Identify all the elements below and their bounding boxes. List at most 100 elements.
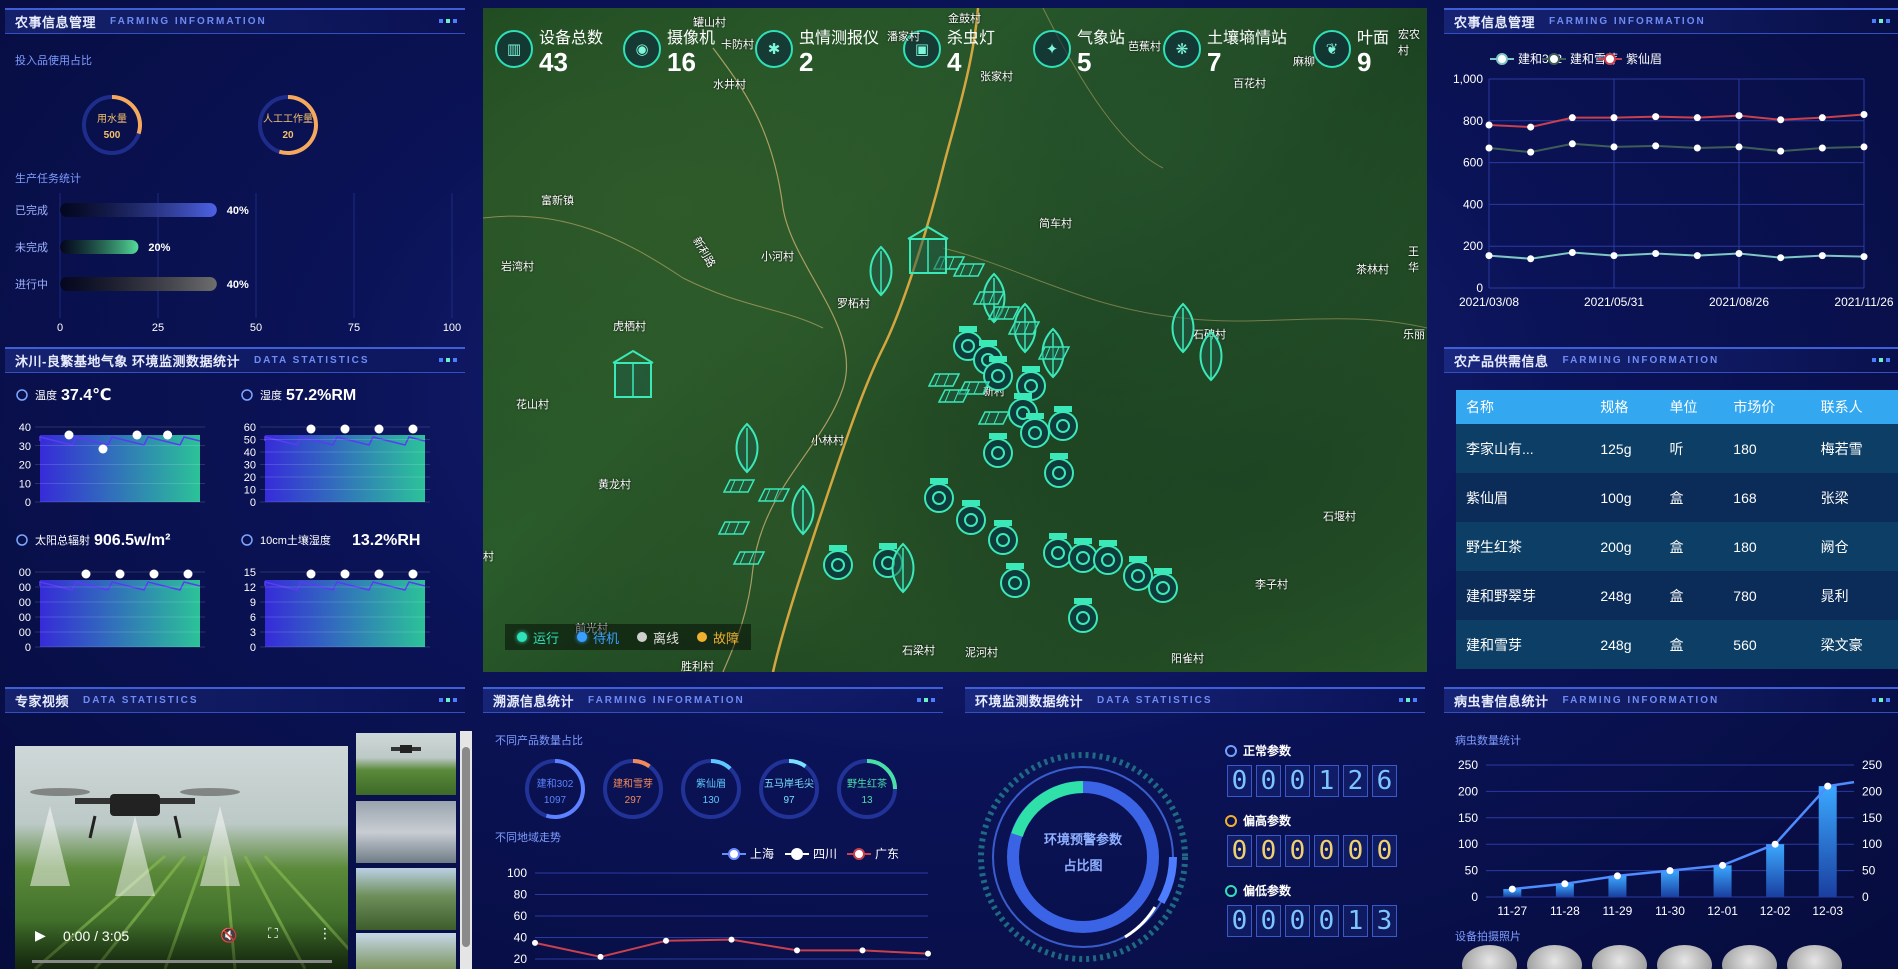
param-digits: 000000 <box>1227 835 1397 867</box>
fullscreen-icon[interactable]: ⛶ <box>268 925 278 942</box>
x-tick: 12-02 <box>1760 904 1791 918</box>
humidity-icon <box>241 389 253 401</box>
cell: 建和雪芽 <box>1456 620 1591 669</box>
axis-tick: 3 <box>250 627 256 639</box>
x-tick: 12-01 <box>1707 904 1738 918</box>
task-bar <box>60 240 139 254</box>
video-thumbnail[interactable] <box>356 933 456 969</box>
axis-tick: 0 <box>25 642 31 654</box>
axis-tick: 75 <box>348 322 360 334</box>
task-bar-chart: 0 25 50 75 100 已完成 40% 未完成 20% 进行中 40% <box>15 193 461 334</box>
solar-panel-marker <box>927 373 961 387</box>
cell: 125g <box>1590 424 1660 473</box>
legend-item[interactable]: 待机 <box>577 628 619 647</box>
cell: 248g <box>1590 620 1660 669</box>
series-point <box>1568 140 1576 148</box>
weather-panel: 沐川-良繁基地气象 环境监测数据统计 DATA STATISTICS 温度 37.… <box>5 347 465 665</box>
panel-title: 专家视频 <box>15 694 70 709</box>
camera-marker <box>1093 540 1123 575</box>
solar-panel-marker <box>952 263 986 277</box>
metric-value: 57.2%RM <box>286 387 356 404</box>
more-icon[interactable]: ⋮ <box>318 925 332 942</box>
header-dots <box>1872 358 1890 362</box>
x-tick: 11-28 <box>1550 904 1580 918</box>
sun-icon <box>16 534 28 546</box>
photo-strip[interactable] <box>1462 945 1892 969</box>
camera-marker <box>823 545 853 580</box>
video-thumbnail[interactable] <box>356 868 456 930</box>
pest-bar <box>1661 870 1679 897</box>
pest-line <box>1512 780 1855 891</box>
map-legend: 运行 待机 离线 故障 <box>505 624 752 650</box>
pest-bar <box>1818 786 1837 897</box>
device-photo[interactable] <box>1462 945 1517 969</box>
table-row[interactable]: 李家山有... 125g 听 180 梅若雪 <box>1456 424 1898 473</box>
weather-station-marker <box>612 349 654 398</box>
device-photo[interactable] <box>1527 945 1582 969</box>
axis-tick: 0 <box>57 322 63 334</box>
col-header: 联系人 <box>1810 390 1898 424</box>
supply-table: 名称 规格 单位 市场价 联系人 李家山有... 125g 听 180 梅若雪 紫仙眉 1… <box>1456 390 1898 669</box>
header-dots <box>439 19 457 23</box>
table-row[interactable]: 紫仙眉 100g 盒 168 张梁 <box>1456 473 1898 522</box>
device-photo[interactable] <box>1787 945 1842 969</box>
product-ring-arc <box>632 759 651 769</box>
device-photo[interactable] <box>1592 945 1647 969</box>
pest-panel: 病虫害信息统计 FARMING INFORMATION 病虫数量统计 0 0 50 5… <box>1444 687 1898 969</box>
product-name: 五马岸毛尖 <box>764 777 814 790</box>
axis-tick: 10 <box>244 485 256 497</box>
legend-item[interactable]: 离线 <box>637 628 679 647</box>
y-tick-right: 200 <box>1862 784 1882 798</box>
thumbnail-scrollbar[interactable] <box>460 731 472 969</box>
axis-tick: 60 <box>244 422 256 434</box>
video-thumbnail[interactable] <box>356 733 456 795</box>
gauge-name: 用水量 <box>97 113 127 125</box>
pest-bar-chart: 0 0 50 50 100 100 150 150 200 200 250 250 11-27 11-28… <box>1458 758 1882 918</box>
legend-label: 四川 <box>813 847 837 861</box>
device-markers <box>612 225 1223 633</box>
camera-marker <box>1068 538 1098 573</box>
cell: 盒 <box>1659 571 1724 620</box>
mute-icon[interactable]: 🔇 <box>220 927 237 944</box>
video-thumbnail[interactable] <box>356 801 456 863</box>
device-photo[interactable] <box>1657 945 1712 969</box>
solar-panel-marker <box>1037 346 1071 360</box>
axis-tick: 00 <box>19 627 31 639</box>
metric-area <box>265 580 425 647</box>
table-row[interactable]: 建和雪芽 248g 盒 560 梁文豪 <box>1456 620 1898 669</box>
input-gauges: 用水量 500 人工工作量 20 <box>82 95 318 155</box>
product-name: 建和雪芽 <box>613 777 653 790</box>
legend-item[interactable]: 运行 <box>517 628 559 647</box>
y-tick-left: 100 <box>1458 837 1478 851</box>
legend-item[interactable]: 故障 <box>697 628 739 647</box>
axis-tick: 6 <box>250 612 256 624</box>
series-point <box>1485 144 1493 152</box>
axis-tick: 30 <box>244 460 256 472</box>
video-progress[interactable] <box>32 960 332 963</box>
device-photo[interactable] <box>1722 945 1777 969</box>
cell: 梁文豪 <box>1810 620 1898 669</box>
y-tick-left: 50 <box>1465 864 1479 878</box>
series-line <box>1488 251 1865 260</box>
y-tick-right: 150 <box>1862 811 1882 825</box>
cell: 梅若雪 <box>1810 424 1898 473</box>
series-point <box>1777 116 1785 124</box>
axis-tick: 0 <box>250 497 256 509</box>
series-point <box>1568 248 1576 256</box>
farm-mgmt-right-panel: 农事信息管理 FARMING INFORMATION 0 200 400 600 800… <box>1444 8 1898 308</box>
metric-point <box>374 569 384 579</box>
table-row[interactable]: 野生红茶 200g 盒 180 阙仓 <box>1456 522 1898 571</box>
metric-area <box>265 435 425 502</box>
metric-point <box>64 430 74 440</box>
pest-point <box>1508 885 1516 893</box>
metric-name: 太阳总辐射 <box>35 533 90 547</box>
device-map[interactable]: ▥ 设备总数 43 ◉ 摄像机 16 ✱ 虫情测报仪 2 ▣ 杀虫灯 4 ✦ 气象站 5… <box>483 8 1427 672</box>
metric-value: 37.4℃ <box>61 387 112 404</box>
axis-tick: 0 <box>25 497 31 509</box>
panel-header: 农事信息管理 FARMING INFORMATION <box>5 8 465 34</box>
metric-name: 温度 <box>35 388 57 402</box>
table-row[interactable]: 建和野翠芽 248g 盒 780 晁利 <box>1456 571 1898 620</box>
pest-bar <box>1713 865 1732 897</box>
play-icon[interactable]: ▶ <box>35 927 46 944</box>
camera-marker <box>1043 533 1073 568</box>
